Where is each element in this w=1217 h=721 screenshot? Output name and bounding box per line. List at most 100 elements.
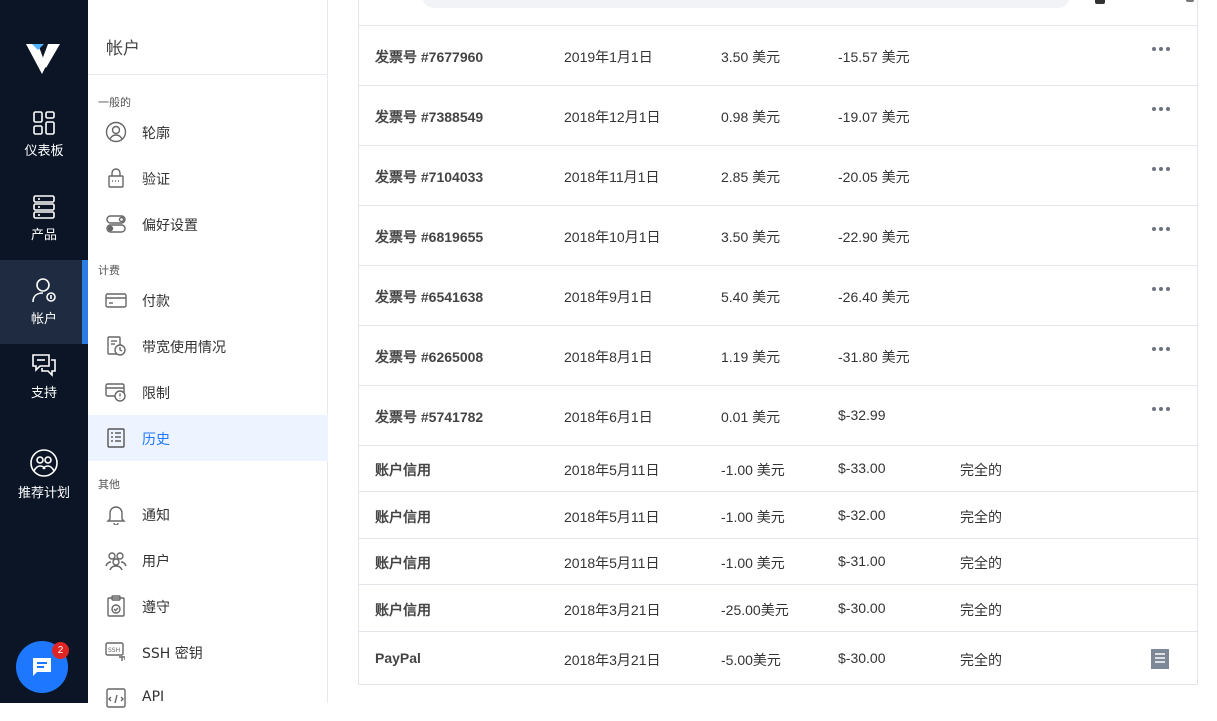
row-amount: 2.85 美元 [721,169,781,185]
chat-icon [33,658,51,676]
row-balance: $-32.00 [838,507,886,523]
section-label-billing: 计费 [98,264,120,277]
sidebar-title: 帐户 [106,39,140,59]
row-balance: -20.05 美元 [838,169,910,185]
row-date: 2018年6月1日 [564,409,653,425]
row-description: 账户信用 [375,602,431,618]
rail-label-dashboard: 仪表板 [24,144,64,159]
sidebar-item-bandwidth[interactable]: 带宽使用情况 [88,323,328,369]
row-description: 账户信用 [375,555,431,571]
chat-badge: 2 [52,642,69,659]
support-icon [32,354,56,377]
rail-item-referral[interactable]: 推荐计划 [0,448,88,532]
sidebar-label-bandwidth: 带宽使用情况 [142,340,226,356]
sidebar-item-limits[interactable]: 限制 [88,369,328,415]
more-options-icon[interactable] [1150,404,1172,414]
row-balance: -26.40 美元 [838,289,910,305]
sidebar-item-ssh-keys[interactable]: SSH SSH 密钥 [88,629,328,675]
row-date: 2018年9月1日 [564,289,653,305]
rail-label-products: 产品 [30,228,57,243]
profile-icon [105,121,127,143]
rail-label-referral: 推荐计划 [17,486,70,501]
more-options-icon[interactable] [1150,44,1172,54]
more-options-icon[interactable] [1150,224,1172,234]
bandwidth-icon [107,336,126,356]
row-amount: 1.19 美元 [721,349,781,365]
sidebar-label-history: 历史 [142,432,170,448]
sidebar-label-compliance: 遵守 [142,600,170,616]
sidebar-label-notifications: 通知 [142,508,170,524]
sidebar-item-auth[interactable]: 验证 [88,155,328,201]
row-description: 账户信用 [375,509,431,525]
more-options-icon[interactable] [1150,344,1172,354]
table-row: 发票号 #7677960 2019年1月1日 3.50 美元 -15.57 美元 [359,25,1197,85]
row-date: 2018年11月1日 [564,169,660,185]
history-icon [107,428,125,448]
sidebar-divider [88,74,328,75]
row-date: 2018年3月21日 [564,602,661,618]
row-status: 完全的 [960,555,1002,571]
row-amount: -25.00美元 [721,602,789,618]
rail-item-support[interactable]: 支持 [0,352,88,436]
rail-label-account: 帐户 [30,312,57,327]
more-options-icon[interactable] [1150,104,1172,114]
row-balance: -22.90 美元 [838,229,910,245]
vultr-logo[interactable] [24,38,64,78]
rail-item-account[interactable]: 帐户 [0,260,88,344]
sidebar-label-profile: 轮廓 [142,126,170,142]
nav-rail: 仪表板 产品 帐户 支持 推荐计划 2 [0,0,88,703]
svg-text:SSH: SSH [108,647,120,654]
row-status: 完全的 [960,509,1002,525]
billing-history-table: 发票号 #7677960 2019年1月1日 3.50 美元 -15.57 美元 发票号… [358,0,1198,685]
compliance-icon [107,595,125,617]
row-balance: -31.80 美元 [838,349,910,365]
sidebar-item-profile[interactable]: 轮廓 [88,109,328,155]
sidebar-item-preferences[interactable]: 偏好设置 [88,201,328,247]
referral-icon [30,449,58,477]
sidebar-item-payment[interactable]: 付款 [88,277,328,323]
row-description: 发票号 #6819655 [375,229,484,245]
receipt-icon[interactable] [1150,648,1170,670]
row-description: 发票号 #5741782 [375,409,484,425]
row-status: 完全的 [960,602,1002,618]
table-row: 发票号 #5741782 2018年6月1日 0.01 美元 $-32.99 [359,385,1197,445]
more-options-icon[interactable] [1150,284,1172,294]
toggle-icon [106,215,126,233]
sidebar-label-users: 用户 [142,554,170,570]
row-date: 2018年8月1日 [564,349,653,365]
table-row: 账户信用 2018年3月21日 -25.00美元 $-30.00 完全的 [359,584,1197,631]
row-balance: -19.07 美元 [838,109,910,125]
section-label-general: 一般的 [98,96,131,109]
ssh-icon: SSH [105,642,125,661]
row-date: 2018年5月11日 [564,462,660,478]
sidebar-label-auth: 验证 [142,172,170,188]
row-amount: 3.50 美元 [721,49,781,65]
row-balance: $-31.00 [838,553,886,569]
table-row: 账户信用 2018年5月11日 -1.00 美元 $-31.00 完全的 [359,538,1197,584]
account-icon [32,278,56,303]
sidebar-item-notifications[interactable]: 通知 [88,491,328,537]
row-description: 发票号 #6541638 [375,289,484,305]
row-date: 2019年1月1日 [564,49,653,65]
sidebar-item-api[interactable]: API [88,675,328,721]
section-label-other: 其他 [98,478,120,491]
account-sidebar: 帐户 一般的 轮廓 验证 偏好设置 计费 付款 带宽使用情况 限制 历史 其他 … [88,0,328,708]
sidebar-item-history[interactable]: 历史 [88,415,328,461]
row-balance: $-30.00 [838,600,886,616]
sidebar-item-users[interactable]: 用户 [88,537,328,583]
api-icon [106,688,126,708]
row-description: 发票号 #7104033 [375,169,484,185]
row-date: 2018年3月21日 [564,652,661,668]
table-row: 发票号 #6541638 2018年9月1日 5.40 美元 -26.40 美元 [359,265,1197,325]
more-options-icon[interactable] [1150,164,1172,174]
bell-icon [106,506,126,525]
row-description: 发票号 #7677960 [375,49,484,65]
table-row: 账户信用 2018年5月11日 -1.00 美元 $-33.00 完全的 [359,445,1197,491]
row-balance: $-32.99 [838,407,886,423]
row-amount: 0.01 美元 [721,409,781,425]
table-row: 发票号 #7104033 2018年11月1日 2.85 美元 -20.05 美元 [359,145,1197,205]
rail-item-dashboard[interactable]: 仪表板 [0,110,88,194]
row-amount: -5.00美元 [721,652,781,668]
sidebar-item-compliance[interactable]: 遵守 [88,583,328,629]
row-amount: -1.00 美元 [721,509,785,525]
